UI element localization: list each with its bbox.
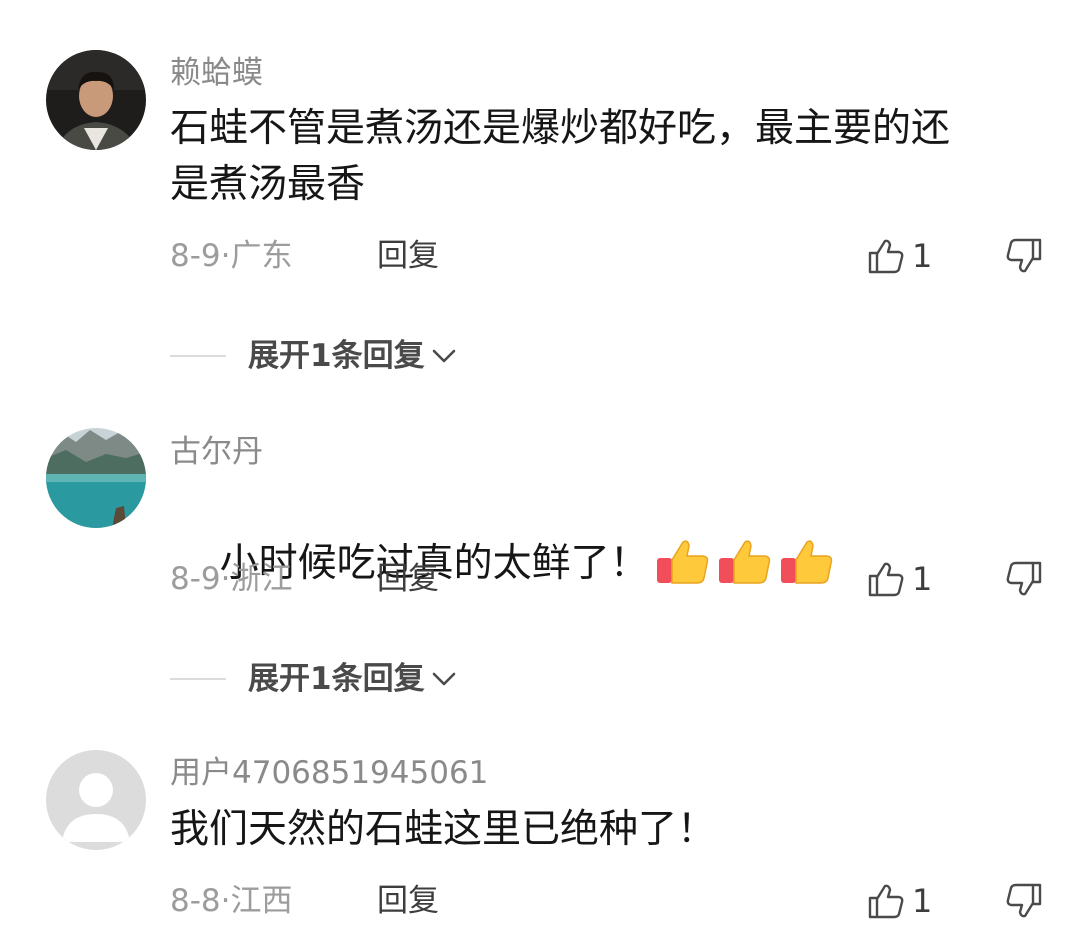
reply-button[interactable]: 回复 — [377, 881, 439, 921]
thumbs-down-outline-icon — [1006, 883, 1042, 918]
like-count: 1 — [912, 882, 933, 920]
dislike-button[interactable] — [1002, 881, 1044, 921]
thumbs-up-outline-icon — [868, 884, 904, 919]
user-avatar[interactable] — [46, 750, 146, 850]
like-button[interactable]: 1 — [866, 881, 932, 921]
comment-username[interactable]: 用户4706851945061 — [170, 753, 488, 793]
comment-date: 8-8· — [170, 883, 231, 919]
comment-region: 江西 — [230, 883, 293, 919]
comment-meta: 8-8·江西 — [170, 881, 293, 921]
comment-item: 用户4706851945061 我们天然的石蛙这里已绝种了！ 8-8·江西 回复… — [0, 0, 1080, 945]
comment-text: 我们天然的石蛙这里已绝种了！ — [170, 807, 717, 852]
default-user-avatar-icon — [46, 750, 146, 850]
